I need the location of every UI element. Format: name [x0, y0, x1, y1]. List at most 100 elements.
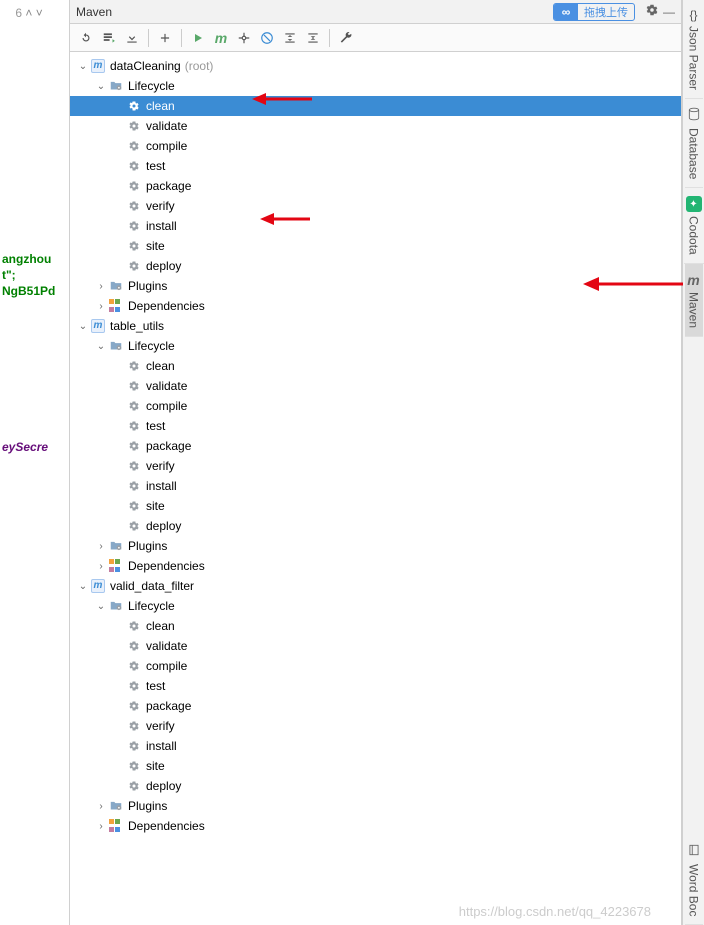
tree-node-compile[interactable]: compile — [70, 396, 681, 416]
tree-node-validate[interactable]: validate — [70, 116, 681, 136]
tree-node-site[interactable]: site — [70, 756, 681, 776]
tree-node-deploy[interactable]: deploy — [70, 776, 681, 796]
fold-chevron-icon[interactable]: ˅ — [36, 6, 43, 20]
node-label: Lifecycle — [128, 339, 175, 353]
tab-json-parser[interactable]: {} Json Parser — [685, 0, 703, 99]
download-button[interactable] — [122, 28, 142, 48]
gear-icon — [126, 658, 142, 674]
tree-node-lifecycle[interactable]: ⌄ Lifecycle — [70, 336, 681, 356]
minimize-icon[interactable]: — — [663, 5, 675, 19]
tree-node-verify[interactable]: verify — [70, 196, 681, 216]
node-label: Plugins — [128, 799, 167, 813]
tree-node-plugins[interactable]: › Plugins — [70, 796, 681, 816]
gear-icon — [126, 678, 142, 694]
tree-node-validate[interactable]: validate — [70, 376, 681, 396]
tree-node-plugins[interactable]: ›Plugins — [70, 276, 681, 296]
tab-label: Codota — [687, 216, 701, 255]
separator — [329, 29, 330, 47]
tree-node-install[interactable]: install — [70, 736, 681, 756]
tree-node-verify[interactable]: verify — [70, 716, 681, 736]
chevron-down-icon[interactable]: ⌄ — [76, 321, 90, 332]
gear-icon — [126, 158, 142, 174]
tree-node-test[interactable]: test — [70, 156, 681, 176]
dependencies-icon — [108, 298, 124, 314]
tree-node-validate[interactable]: validate — [70, 636, 681, 656]
wrench-icon[interactable] — [336, 28, 356, 48]
node-label: verify — [146, 199, 175, 213]
node-label: clean — [146, 99, 175, 113]
gear-icon[interactable] — [645, 3, 659, 20]
collapse-button[interactable] — [280, 28, 300, 48]
generate-button[interactable] — [99, 28, 119, 48]
maven-tool-window: Maven ∞ 拖拽上传 — m — [70, 0, 682, 925]
refresh-button[interactable] — [76, 28, 96, 48]
tab-maven[interactable]: m Maven — [685, 264, 703, 337]
tree-node-test[interactable]: test — [70, 676, 681, 696]
node-label: clean — [146, 359, 175, 373]
chevron-right-icon[interactable]: › — [94, 541, 108, 552]
tree-node-datacleaning[interactable]: ⌄mdataCleaning(root) — [70, 56, 681, 76]
code-fragment: t"; — [2, 268, 67, 282]
chevron-down-icon[interactable]: ⌄ — [76, 61, 90, 72]
profiles-button[interactable] — [234, 28, 254, 48]
chevron-right-icon[interactable]: › — [94, 561, 108, 572]
tree-node-valid_data_filter[interactable]: ⌄mvalid_data_filter — [70, 576, 681, 596]
chevron-down-icon[interactable]: ⌄ — [76, 581, 90, 592]
chevron-right-icon[interactable]: › — [94, 301, 108, 312]
tree-node-test[interactable]: test — [70, 416, 681, 436]
tree-node-lifecycle[interactable]: ⌄Lifecycle — [70, 76, 681, 96]
node-label: test — [146, 159, 165, 173]
node-label: install — [146, 479, 177, 493]
chevron-right-icon[interactable]: › — [94, 801, 108, 812]
tree-node-clean[interactable]: clean — [70, 616, 681, 636]
tree-node-plugins[interactable]: › Plugins — [70, 536, 681, 556]
chevron-right-icon[interactable]: › — [94, 281, 108, 292]
chevron-down-icon[interactable]: ⌄ — [94, 341, 108, 352]
book-icon — [687, 843, 701, 860]
node-label: Plugins — [128, 539, 167, 553]
tree-node-package[interactable]: package — [70, 436, 681, 456]
tree-node-compile[interactable]: compile — [70, 656, 681, 676]
gear-icon — [126, 758, 142, 774]
skip-tests-button[interactable] — [257, 28, 277, 48]
tab-database[interactable]: Database — [685, 99, 703, 188]
tree-node-compile[interactable]: compile — [70, 136, 681, 156]
tree-node-package[interactable]: package — [70, 696, 681, 716]
gear-icon — [126, 498, 142, 514]
tree-node-package[interactable]: package — [70, 176, 681, 196]
node-label: Dependencies — [128, 559, 205, 573]
tree-node-clean[interactable]: clean — [70, 356, 681, 376]
gear-icon — [126, 218, 142, 234]
tree-node-site[interactable]: site — [70, 496, 681, 516]
tree-node-deploy[interactable]: deploy — [70, 516, 681, 536]
tree-node-install[interactable]: install — [70, 216, 681, 236]
chevron-right-icon[interactable]: › — [94, 821, 108, 832]
module-icon: m — [90, 318, 106, 334]
tree-node-dependencies[interactable]: ›Dependencies — [70, 296, 681, 316]
upload-chip[interactable]: ∞ 拖拽上传 — [553, 3, 635, 21]
chevron-down-icon[interactable]: ⌄ — [94, 601, 108, 612]
project-tree[interactable]: ⌄mdataCleaning(root)⌄Lifecyclecleanvalid… — [70, 52, 681, 925]
tab-codota[interactable]: ✦ Codota — [684, 188, 704, 264]
fold-chevron-icon[interactable]: ˄ — [25, 6, 32, 20]
execute-goal-button[interactable]: m — [211, 28, 231, 48]
gear-icon — [126, 378, 142, 394]
chevron-down-icon[interactable]: ⌄ — [94, 81, 108, 92]
tree-node-install[interactable]: install — [70, 476, 681, 496]
expand-button[interactable] — [303, 28, 323, 48]
tab-word-book[interactable]: Word Boc — [685, 835, 703, 925]
json-icon: {} — [690, 8, 698, 22]
folder-icon — [108, 798, 124, 814]
tree-node-verify[interactable]: verify — [70, 456, 681, 476]
tree-node-deploy[interactable]: deploy — [70, 256, 681, 276]
tree-node-lifecycle[interactable]: ⌄Lifecycle — [70, 596, 681, 616]
run-button[interactable] — [188, 28, 208, 48]
tree-node-site[interactable]: site — [70, 236, 681, 256]
tree-node-dependencies[interactable]: › Dependencies — [70, 556, 681, 576]
gear-icon — [126, 718, 142, 734]
add-button[interactable] — [155, 28, 175, 48]
node-label: valid_data_filter — [110, 579, 194, 593]
tree-node-clean[interactable]: clean — [70, 96, 681, 116]
tree-node-table_utils[interactable]: ⌄mtable_utils — [70, 316, 681, 336]
tree-node-dependencies[interactable]: ›Dependencies — [70, 816, 681, 836]
